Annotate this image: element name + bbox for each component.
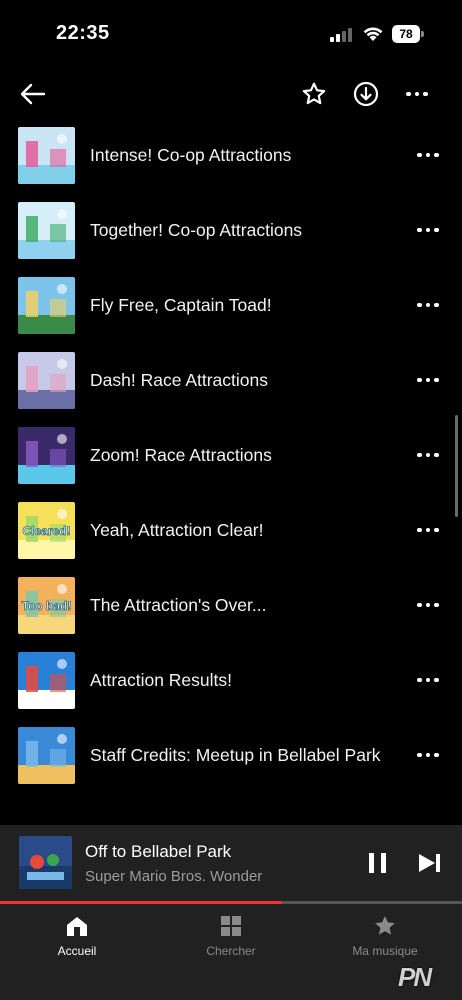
track-row[interactable]: Zoom! Race Attractions	[0, 418, 462, 493]
nav-label: Accueil	[57, 944, 97, 958]
track-title: Intense! Co-op Attractions	[90, 145, 292, 165]
track-row[interactable]: Too bad! The Attraction's Over...	[0, 568, 462, 643]
track-artwork	[18, 727, 75, 784]
watermark-logo: PN	[398, 962, 432, 992]
nav-item-ma-musique[interactable]: Ma musique	[308, 904, 462, 1000]
track-more-button[interactable]	[408, 585, 448, 625]
track-row[interactable]: Cleared! Yeah, Attraction Clear!	[0, 493, 462, 568]
more-horizontal-icon	[417, 602, 439, 608]
track-row[interactable]: Dash! Race Attractions	[0, 343, 462, 418]
track-artwork	[18, 202, 75, 259]
track-more-button[interactable]	[408, 135, 448, 175]
back-button[interactable]	[13, 74, 53, 114]
now-playing-title: Off to Bellabel Park	[85, 842, 232, 861]
track-artwork	[18, 352, 75, 409]
nav-item-chercher[interactable]: Chercher	[154, 904, 308, 1000]
battery-level: 78	[392, 25, 420, 43]
more-horizontal-icon	[417, 302, 439, 308]
track-title: Zoom! Race Attractions	[90, 445, 272, 465]
track-row[interactable]: Intense! Co-op Attractions	[0, 118, 462, 193]
track-title: Staff Credits: Meetup in Bellabel Park	[90, 745, 381, 765]
wifi-icon	[362, 24, 384, 42]
more-horizontal-icon	[417, 377, 439, 383]
battery-icon: 78	[392, 25, 424, 43]
track-artwork	[18, 427, 75, 484]
track-title: Yeah, Attraction Clear!	[90, 520, 264, 540]
back-arrow-icon	[20, 83, 46, 105]
nav-label: Ma musique	[352, 944, 418, 958]
now-playing-artwork	[19, 836, 72, 889]
track-artwork: Cleared!	[18, 502, 75, 559]
track-list: Intense! Co-op Attractions Together! Co-…	[0, 118, 462, 793]
track-more-button[interactable]	[408, 285, 448, 325]
star-outline-icon	[302, 82, 326, 105]
track-more-button[interactable]	[408, 435, 448, 475]
star-filled-icon	[308, 912, 462, 940]
track-title: Fly Free, Captain Toad!	[90, 295, 272, 315]
now-playing-artist: Super Mario Bros. Wonder	[85, 868, 263, 885]
more-horizontal-icon	[406, 91, 428, 97]
thumb-caption: Cleared!	[22, 524, 70, 538]
grid-icon	[154, 912, 308, 940]
bottom-navigation: Accueil Chercher Ma musique	[0, 904, 462, 1000]
skip-next-icon	[419, 854, 440, 872]
pause-icon	[369, 853, 386, 873]
scroll-indicator[interactable]	[455, 415, 458, 517]
pause-button[interactable]	[358, 843, 398, 883]
track-more-button[interactable]	[408, 510, 448, 550]
status-bar: 22:35 78	[0, 0, 462, 68]
track-row[interactable]: Attraction Results!	[0, 643, 462, 718]
more-horizontal-icon	[417, 527, 439, 533]
nav-label: Chercher	[206, 944, 256, 958]
more-horizontal-icon	[417, 452, 439, 458]
nav-item-accueil[interactable]: Accueil	[0, 904, 154, 1000]
download-button[interactable]	[346, 74, 386, 114]
more-horizontal-icon	[417, 752, 439, 758]
status-time: 22:35	[56, 22, 110, 44]
track-artwork: Too bad!	[18, 577, 75, 634]
home-icon	[0, 912, 154, 940]
track-title: The Attraction's Over...	[90, 595, 267, 615]
track-artwork	[18, 652, 75, 709]
track-more-button[interactable]	[408, 360, 448, 400]
more-horizontal-icon	[417, 677, 439, 683]
track-title: Together! Co-op Attractions	[90, 220, 303, 240]
more-horizontal-icon	[417, 227, 439, 233]
more-horizontal-icon	[417, 152, 439, 158]
thumb-caption: Too bad!	[22, 599, 72, 613]
favorite-button[interactable]	[294, 74, 334, 114]
track-artwork	[18, 277, 75, 334]
track-row[interactable]: Fly Free, Captain Toad!	[0, 268, 462, 343]
mini-player[interactable]: Off to Bellabel Park Super Mario Bros. W…	[0, 825, 462, 901]
track-more-button[interactable]	[408, 735, 448, 775]
download-circle-icon	[353, 81, 379, 107]
track-more-button[interactable]	[408, 210, 448, 250]
track-row[interactable]: Together! Co-op Attractions	[0, 193, 462, 268]
skip-next-button[interactable]	[410, 843, 450, 883]
more-options-button[interactable]	[397, 74, 437, 114]
cellular-signal-icon	[330, 28, 356, 42]
track-artwork	[18, 127, 75, 184]
track-row[interactable]: Staff Credits: Meetup in Bellabel Park	[0, 718, 462, 793]
track-title: Attraction Results!	[90, 670, 232, 690]
track-title: Dash! Race Attractions	[90, 370, 268, 390]
top-bar	[0, 68, 462, 124]
track-more-button[interactable]	[408, 660, 448, 700]
